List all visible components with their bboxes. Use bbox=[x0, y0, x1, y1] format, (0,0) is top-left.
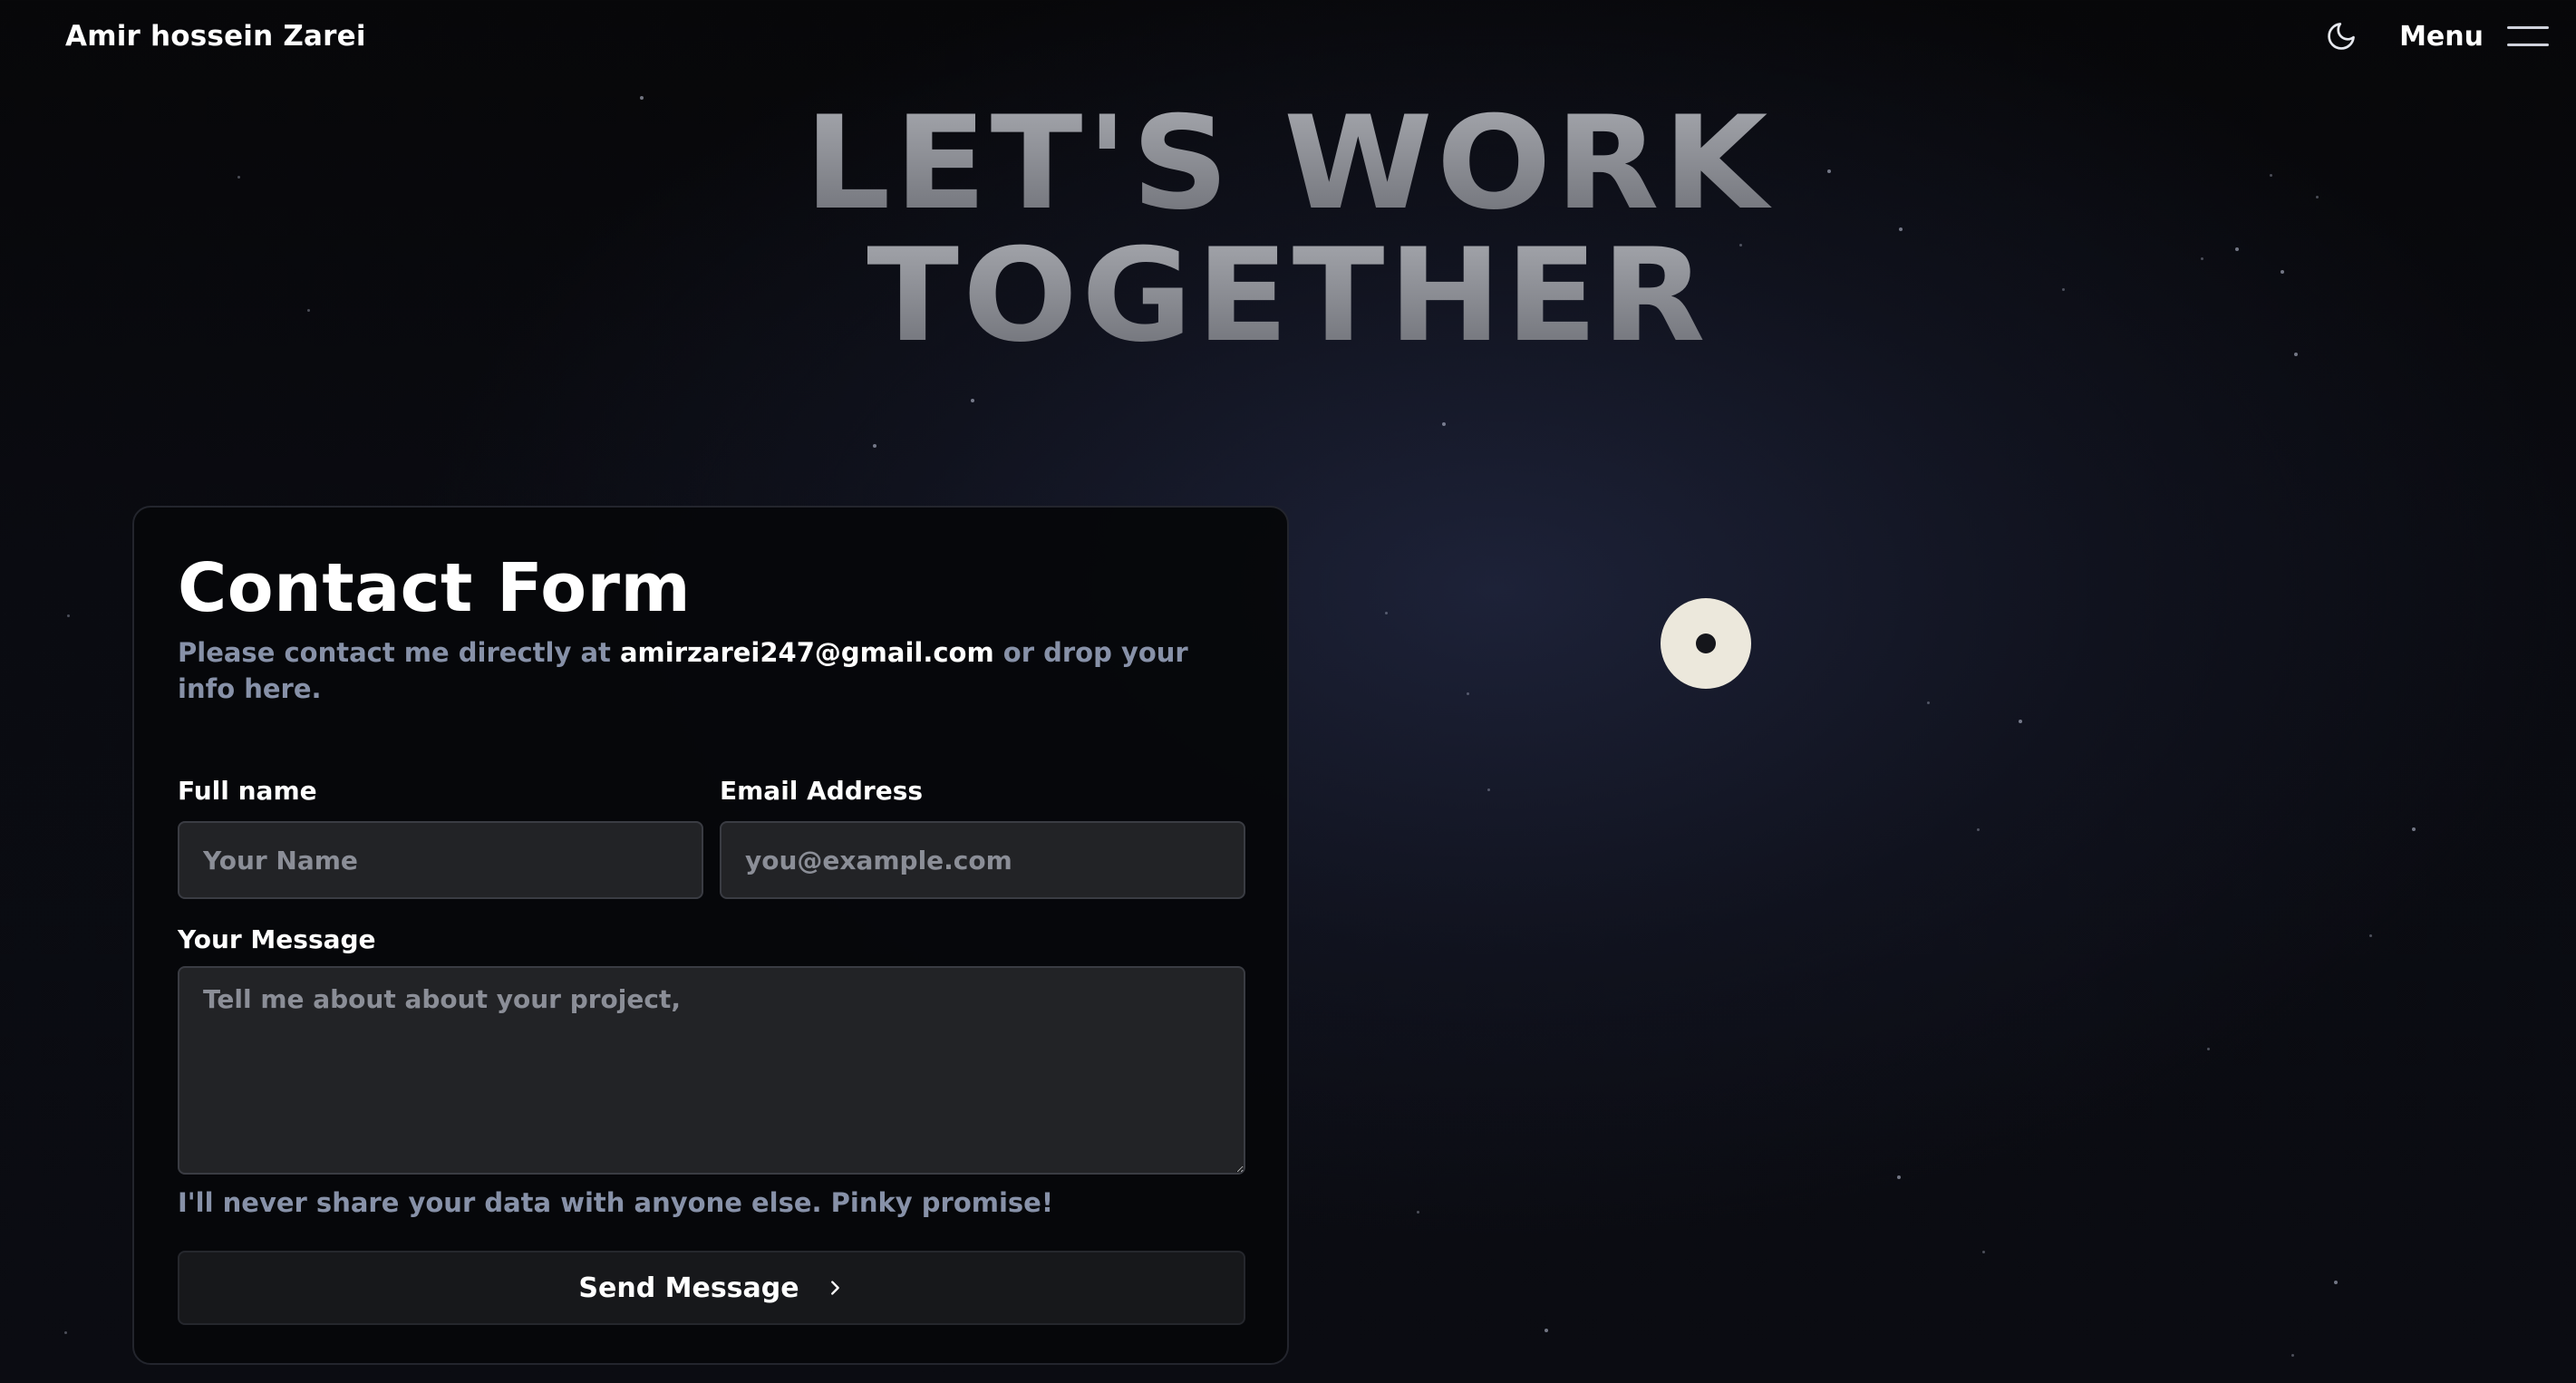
message-label: Your Message bbox=[178, 924, 376, 954]
cursor-dot bbox=[1696, 633, 1716, 653]
send-message-label: Send Message bbox=[578, 1272, 799, 1304]
contact-intro-text: Please contact me directly at amirzarei2… bbox=[178, 634, 1229, 707]
hero-line-2: TOGETHER bbox=[0, 230, 2576, 363]
hero-heading: LET'S WORK TOGETHER bbox=[0, 98, 2576, 363]
site-brand-name[interactable]: Amir hossein Zarei bbox=[65, 20, 366, 53]
contact-form-card: Contact Form Please contact me directly … bbox=[132, 506, 1289, 1365]
header-actions: Menu bbox=[2321, 16, 2549, 56]
contact-email-link[interactable]: amirzarei247@gmail.com bbox=[620, 637, 994, 668]
menu-button[interactable]: Menu bbox=[2399, 21, 2549, 53]
privacy-note: I'll never share your data with anyone e… bbox=[178, 1187, 1054, 1218]
email-address-input[interactable] bbox=[720, 821, 1245, 899]
theme-toggle-button[interactable] bbox=[2321, 16, 2361, 56]
email-address-label: Email Address bbox=[720, 776, 924, 806]
contact-form-title: Contact Form bbox=[178, 549, 692, 627]
menu-label: Menu bbox=[2399, 20, 2484, 53]
hamburger-icon bbox=[2507, 26, 2549, 46]
chevron-right-icon bbox=[830, 1281, 839, 1295]
hero-line-1: LET'S WORK bbox=[0, 98, 2576, 230]
custom-cursor bbox=[1661, 598, 1751, 689]
full-name-label: Full name bbox=[178, 776, 317, 806]
send-message-button[interactable]: Send Message bbox=[178, 1251, 1245, 1325]
moon-icon bbox=[2328, 23, 2355, 50]
full-name-input[interactable] bbox=[178, 821, 703, 899]
intro-text-before: Please contact me directly at bbox=[178, 637, 620, 668]
message-textarea[interactable] bbox=[178, 966, 1245, 1175]
